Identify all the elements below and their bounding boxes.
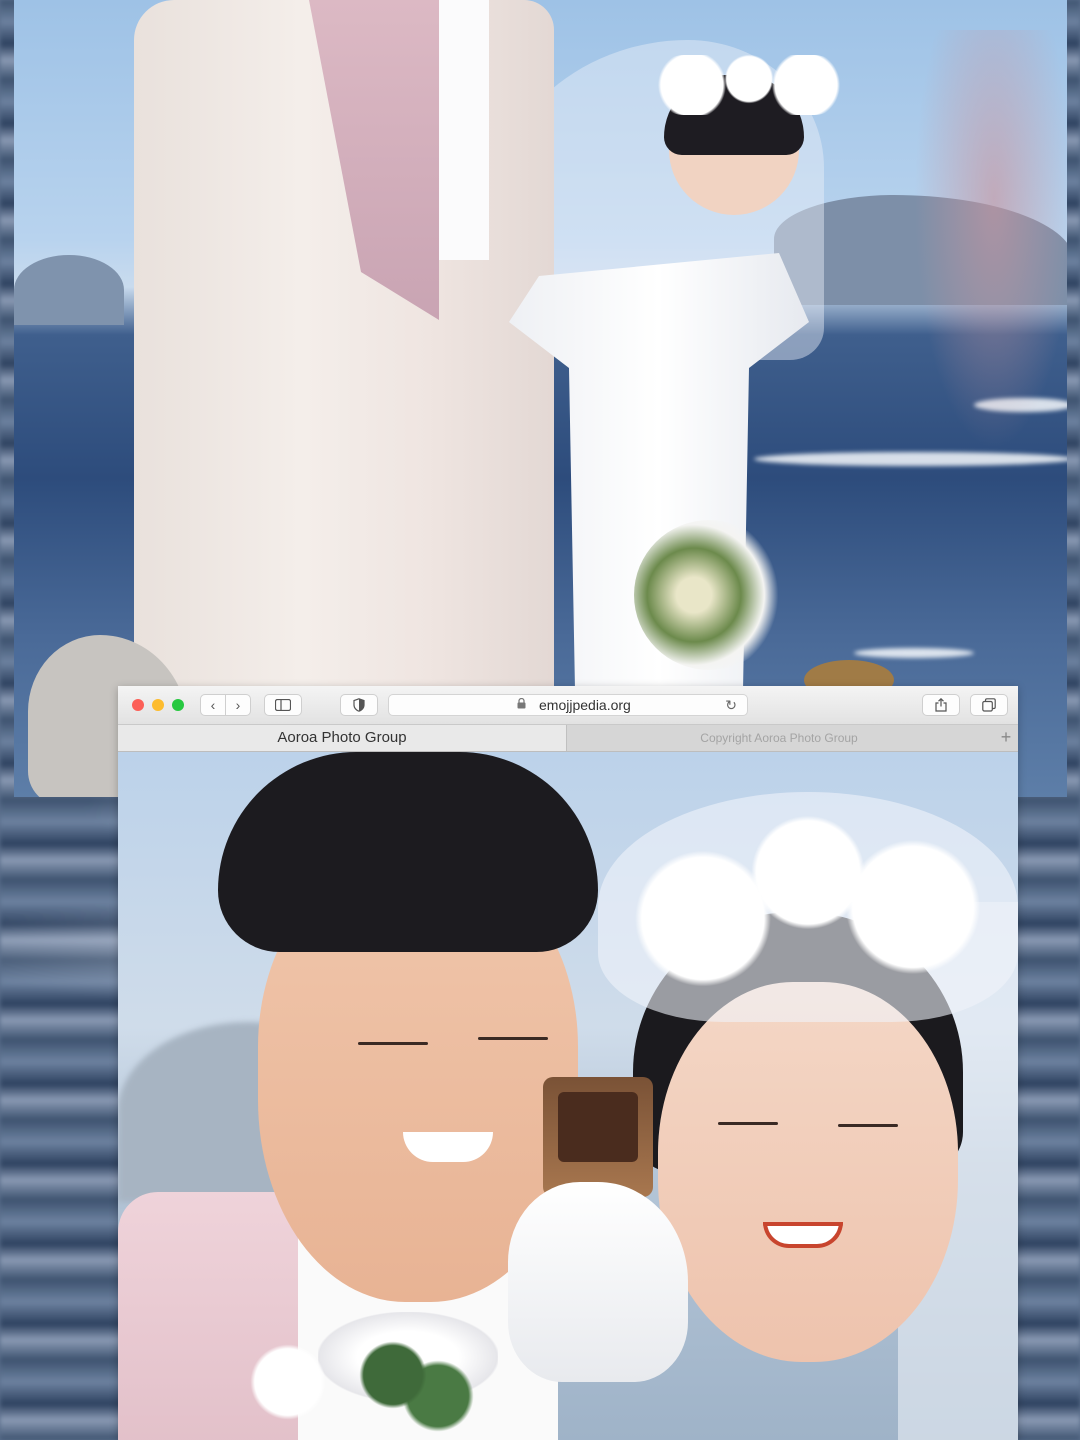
tabs-overview-icon [982,698,996,712]
mountain-left [14,255,124,325]
bouquet [634,520,784,670]
groom-hair [218,752,598,952]
browser-window: ‹ › emojjpedia.org ↻ Aoroa Photo Group C… [118,686,1018,1440]
lock-icon [517,696,526,716]
white-glove [508,1182,688,1382]
wave [754,452,1067,466]
reload-icon[interactable]: ↻ [725,695,737,715]
address-bar[interactable]: emojjpedia.org ↻ [388,694,748,716]
tab-copyright[interactable]: Copyright Aoroa Photo Group [567,725,991,751]
tab-bar: Aoroa Photo Group Copyright Aoroa Photo … [118,725,1018,752]
tab-label: Copyright Aoroa Photo Group [700,731,858,745]
sidebar-icon [274,698,292,712]
plus-icon: + [1000,727,1012,747]
groom-eye [358,1042,428,1045]
share-button[interactable] [922,694,960,716]
minimize-window-button[interactable] [152,699,164,711]
wave [854,648,974,658]
chevron-right-icon: › [235,697,241,713]
back-button[interactable]: ‹ [200,694,226,716]
sidebar-toggle-button[interactable] [264,694,302,716]
groom-eye [478,1037,548,1040]
wedding-photo-top [14,0,1067,797]
browser-toolbar: ‹ › emojjpedia.org ↻ [118,686,1018,725]
tabs-overview-button[interactable] [970,694,1008,716]
privacy-shield-button[interactable] [340,694,378,716]
chevron-left-icon: ‹ [210,697,216,713]
bride-eye [838,1124,898,1127]
new-tab-button[interactable]: + [994,725,1018,751]
tree [914,30,1067,450]
bouquet [198,1312,498,1440]
flower-crown [598,792,1018,1022]
url-text: emojjpedia.org [539,697,631,713]
ring [558,1092,638,1162]
forward-button[interactable]: › [225,694,251,716]
bride-eye [718,1122,778,1125]
tab-aoroa-photo-group[interactable]: Aoroa Photo Group [118,725,567,751]
tab-label: Aoroa Photo Group [277,729,407,746]
bride-face [658,982,958,1362]
flower-crown [654,55,844,115]
wedding-photo-closeup [118,752,1018,1440]
shield-icon [353,698,365,712]
zoom-window-button[interactable] [172,699,184,711]
close-window-button[interactable] [132,699,144,711]
share-icon [935,697,947,712]
